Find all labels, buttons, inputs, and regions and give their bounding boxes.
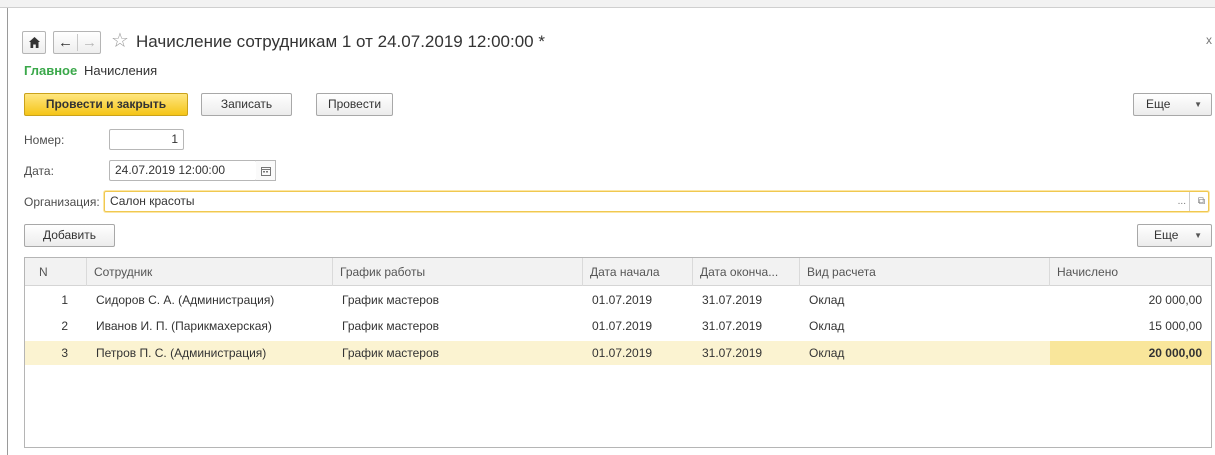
cell-end-date: 31.07.2019 [702,293,763,307]
column-header-end-date[interactable]: Дата оконча... [692,258,799,286]
forward-arrow-icon[interactable]: → [78,34,101,52]
cell-start-date: 01.07.2019 [592,293,653,307]
number-label: Номер: [24,133,65,147]
window-top-border [0,0,1215,8]
post-button[interactable]: Провести [316,93,393,116]
cell-schedule: График мастеров [342,346,440,360]
cell-start-date: 01.07.2019 [592,319,653,333]
post-and-close-button[interactable]: Провести и закрыть [24,93,188,116]
cell-end-date: 31.07.2019 [702,319,763,333]
table-row[interactable]: 1 Сидоров С. А. (Администрация) График м… [25,288,1211,312]
field-separator [1189,192,1190,211]
cell-employee: Петров П. С. (Администрация) [96,346,267,360]
cell-schedule: График мастеров [342,319,440,333]
number-field[interactable]: 1 [109,129,184,150]
cell-employee: Сидоров С. А. (Администрация) [96,293,275,307]
tab-accruals[interactable]: Начисления [84,63,157,78]
close-icon[interactable]: x [1206,33,1212,47]
cell-amount: 15 000,00 [1148,319,1202,333]
home-icon [29,37,40,48]
date-field[interactable]: 24.07.2019 12:00:00 [109,160,257,181]
window-left-border [7,8,8,455]
cell-n: 2 [61,319,68,333]
write-button[interactable]: Записать [201,93,292,116]
page-title: Начисление сотрудникам 1 от 24.07.2019 1… [136,32,545,51]
cell-calc-type: Оклад [809,319,845,333]
table-more-button[interactable]: Еще ▼ [1137,224,1212,247]
cell-start-date: 01.07.2019 [592,346,653,360]
cell-end-date: 31.07.2019 [702,346,763,360]
table-row[interactable]: 2 Иванов И. П. (Парикмахерская) График м… [25,314,1211,338]
dropdown-arrow-icon: ▼ [1194,231,1202,240]
cell-amount-active[interactable]: 20 000,00 [1050,341,1211,365]
home-button[interactable] [22,31,46,54]
cell-employee: Иванов И. П. (Парикмахерская) [96,319,272,333]
cell-n: 3 [61,346,68,360]
more-menu-button[interactable]: Еще ▼ [1133,93,1212,116]
cell-schedule: График мастеров [342,293,440,307]
select-button[interactable]: ... [1178,192,1186,211]
calendar-button[interactable] [256,160,276,181]
table-row-selected[interactable]: 3 Петров П. С. (Администрация) График ма… [25,341,1211,365]
accruals-table[interactable]: N Сотрудник График работы Дата начала Да… [24,257,1212,448]
column-header-n[interactable]: N [25,258,86,286]
cell-amount: 20 000,00 [1148,293,1202,307]
column-header-employee[interactable]: Сотрудник [86,258,332,286]
add-row-button[interactable]: Добавить [24,224,115,247]
cell-n: 1 [61,293,68,307]
cell-calc-type: Оклад [809,293,845,307]
column-header-start-date[interactable]: Дата начала [582,258,692,286]
date-label: Дата: [24,164,54,178]
back-arrow-icon[interactable]: ← [54,34,77,52]
table-header: N Сотрудник График работы Дата начала Да… [25,258,1211,286]
history-nav: ← → [53,31,101,54]
column-header-calc-type[interactable]: Вид расчета [799,258,1049,286]
column-header-amount[interactable]: Начислено [1049,258,1211,286]
column-header-schedule[interactable]: График работы [332,258,582,286]
tab-main[interactable]: Главное [24,63,77,78]
favorite-star-icon[interactable]: ☆ [111,29,129,53]
calendar-icon [261,167,271,176]
organization-value: Салон красоты [110,194,195,208]
cell-calc-type: Оклад [809,346,845,360]
organization-field[interactable]: Салон красоты ... ⧉ [104,191,1209,212]
table-more-label: Еще [1154,228,1179,242]
organization-label: Организация: [24,195,100,209]
more-menu-label: Еще [1146,97,1171,111]
open-icon[interactable]: ⧉ [1198,192,1205,211]
dropdown-arrow-icon: ▼ [1194,100,1202,109]
